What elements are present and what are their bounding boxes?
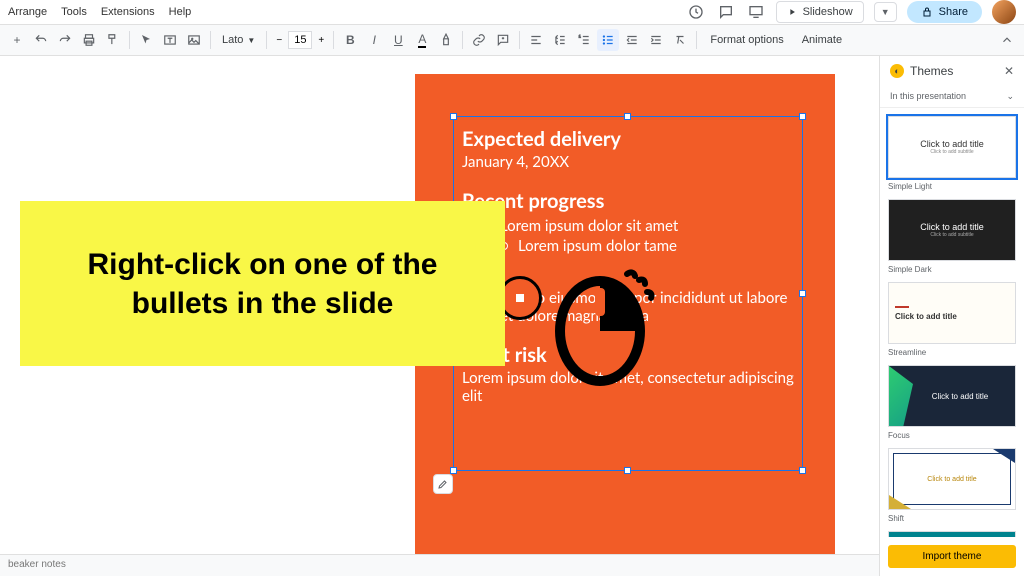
menubar-left: Arrange Tools Extensions Help — [8, 6, 191, 18]
theme-focus[interactable]: Click to add title — [888, 365, 1016, 427]
textbox-button[interactable] — [159, 29, 181, 51]
theme-label: Streamline — [888, 348, 1016, 357]
theme-shift[interactable]: Click to add title — [888, 448, 1016, 510]
themes-icon: ◐ — [890, 64, 904, 78]
font-select[interactable]: Lato ▼ — [216, 32, 261, 48]
present-icon[interactable] — [746, 2, 766, 22]
chevron-down-icon: ⌄ — [1006, 91, 1014, 102]
theme-teal[interactable]: Click to add title — [888, 531, 1016, 537]
instruction-text: Right-click on one of the bullets in the… — [40, 245, 485, 323]
slideshow-label: Slideshow — [803, 6, 853, 18]
delivery-date: January 4, 20XX — [462, 153, 794, 171]
slideshow-button[interactable]: Slideshow — [776, 1, 864, 23]
bullet-item-1: Lorem ipsum dolor sit amet — [462, 217, 794, 235]
theme-label: Simple Light — [888, 182, 1016, 191]
highlight-button[interactable] — [435, 29, 457, 51]
theme-label: Simple Dark — [888, 265, 1016, 274]
canvas-area[interactable]: Expected delivery January 4, 20XX Recent… — [0, 56, 879, 576]
font-size-decrease[interactable]: − — [272, 31, 286, 49]
sidebar-header: ◐ Themes ✕ — [880, 56, 1024, 86]
resize-handle[interactable] — [450, 113, 457, 120]
print-button[interactable] — [78, 29, 100, 51]
share-label: Share — [939, 6, 968, 18]
section-label: In this presentation — [890, 91, 966, 102]
sidebar-title: Themes — [910, 64, 953, 78]
text-color-button[interactable]: A — [411, 29, 433, 51]
increase-indent-button[interactable] — [645, 29, 667, 51]
italic-button[interactable]: I — [363, 29, 385, 51]
theme-simple-dark[interactable]: Click to add title Click to add subtitle — [888, 199, 1016, 261]
comment-button[interactable] — [492, 29, 514, 51]
theme-streamline[interactable]: Click to add title — [888, 282, 1016, 344]
main: Expected delivery January 4, 20XX Recent… — [0, 56, 1024, 576]
numbered-list-button[interactable]: 1 — [573, 29, 595, 51]
paint-format-button[interactable] — [102, 29, 124, 51]
undo-button[interactable] — [30, 29, 52, 51]
line-spacing-button[interactable] — [549, 29, 571, 51]
menubar-right: Slideshow ▼ Share — [686, 0, 1016, 24]
slide-action-button[interactable] — [433, 474, 453, 494]
decrease-indent-button[interactable] — [621, 29, 643, 51]
bullet-marker-icon — [516, 294, 524, 302]
slideshow-dropdown[interactable]: ▼ — [874, 2, 897, 22]
format-options-button[interactable]: Format options — [702, 34, 791, 46]
resize-handle[interactable] — [799, 467, 806, 474]
image-button[interactable] — [183, 29, 205, 51]
theme-label: Focus — [888, 431, 1016, 440]
bullet-item-2: Lorem ipsum dolor tame — [462, 237, 794, 255]
sidebar-section-toggle[interactable]: In this presentation ⌄ — [880, 86, 1024, 108]
menu-arrange[interactable]: Arrange — [8, 6, 47, 18]
heading-recent-progress: Recent progress — [462, 189, 794, 213]
font-size-control: − + — [272, 31, 328, 49]
resize-handle[interactable] — [799, 113, 806, 120]
toolbar-collapse-button[interactable] — [996, 29, 1018, 51]
themes-sidebar: ◐ Themes ✕ In this presentation ⌄ Click … — [879, 56, 1024, 576]
theme-simple-light[interactable]: Click to add title Click to add subtitle — [888, 116, 1016, 178]
close-sidebar-button[interactable]: ✕ — [1004, 64, 1014, 78]
mouse-rightclick-icon — [555, 266, 651, 376]
animate-button[interactable]: Animate — [794, 34, 850, 46]
instruction-callout: Right-click on one of the bullets in the… — [20, 201, 505, 366]
resize-handle[interactable] — [624, 113, 631, 120]
align-button[interactable] — [525, 29, 547, 51]
speaker-notes-placeholder: beaker notes — [8, 559, 66, 570]
clear-format-button[interactable] — [669, 29, 691, 51]
redo-button[interactable] — [54, 29, 76, 51]
avatar[interactable] — [992, 0, 1016, 24]
new-slide-button[interactable]: + — [6, 29, 28, 51]
resize-handle[interactable] — [799, 290, 806, 297]
toolbar: + Lato ▼ − + B I U A 1 Format options An… — [0, 24, 1024, 56]
history-icon[interactable] — [686, 2, 706, 22]
svg-text:1: 1 — [579, 35, 581, 39]
import-theme-button[interactable]: Import theme — [888, 545, 1016, 568]
bulleted-list-button[interactable] — [597, 29, 619, 51]
heading-expected-delivery: Expected delivery — [462, 127, 794, 151]
bold-button[interactable]: B — [339, 29, 361, 51]
font-size-increase[interactable]: + — [314, 31, 328, 49]
menu-extensions[interactable]: Extensions — [101, 6, 155, 18]
menubar: Arrange Tools Extensions Help Slideshow … — [0, 0, 1024, 24]
theme-label: Shift — [888, 514, 1016, 523]
link-button[interactable] — [468, 29, 490, 51]
resize-handle[interactable] — [624, 467, 631, 474]
speaker-notes-bar[interactable]: beaker notes — [0, 554, 879, 576]
share-button[interactable]: Share — [907, 1, 982, 23]
font-size-input[interactable] — [288, 31, 312, 49]
select-button[interactable] — [135, 29, 157, 51]
comment-icon[interactable] — [716, 2, 736, 22]
menu-help[interactable]: Help — [169, 6, 192, 18]
font-name: Lato — [222, 34, 243, 46]
menu-tools[interactable]: Tools — [61, 6, 87, 18]
themes-list[interactable]: Click to add title Click to add subtitle… — [880, 108, 1024, 537]
resize-handle[interactable] — [450, 467, 457, 474]
underline-button[interactable]: U — [387, 29, 409, 51]
